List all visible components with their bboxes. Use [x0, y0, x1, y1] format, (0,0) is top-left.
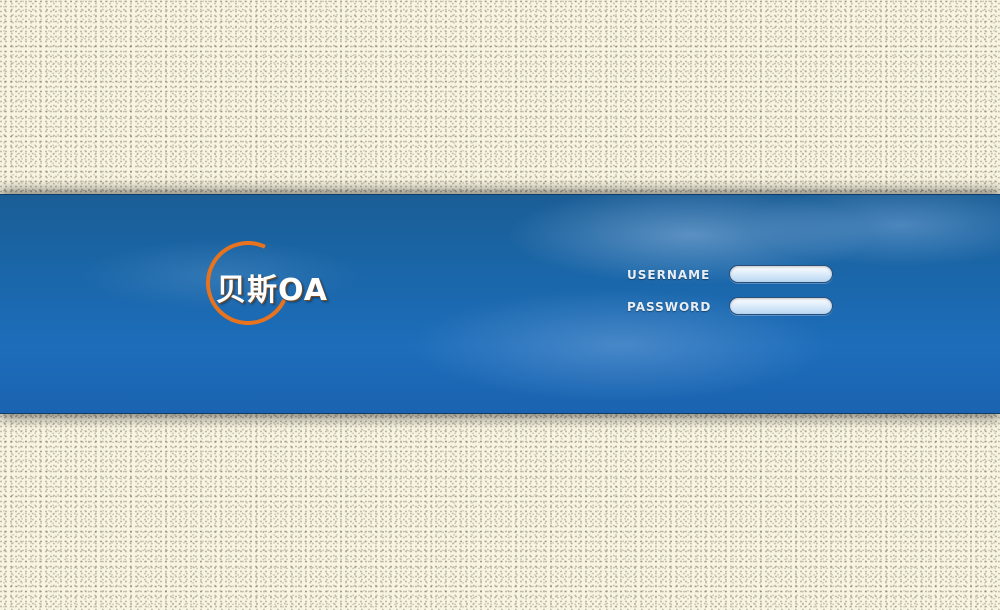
login-form: USERNAME PASSWORD	[627, 265, 847, 329]
login-page: { "logo": { "text": "贝斯OA" }, "login": {…	[0, 0, 1000, 610]
login-banner: 贝斯OA USERNAME PASSWORD	[0, 194, 1000, 414]
username-input[interactable]	[729, 265, 833, 283]
logo-text: 贝斯OA	[216, 273, 328, 308]
password-row: PASSWORD	[627, 297, 847, 329]
password-label: PASSWORD	[627, 300, 712, 314]
username-row: USERNAME	[627, 265, 847, 297]
username-label: USERNAME	[627, 268, 711, 282]
logo: 贝斯OA	[194, 229, 346, 337]
password-input[interactable]	[729, 297, 833, 315]
